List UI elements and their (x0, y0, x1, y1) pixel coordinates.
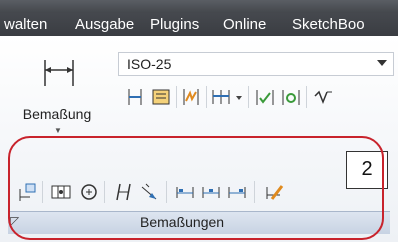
separator (248, 86, 249, 108)
separator (206, 86, 207, 108)
menu-verwalten[interactable]: walten (4, 16, 47, 33)
dimension-style-select[interactable]: ISO-25 (118, 52, 394, 76)
update-dimension-icon[interactable] (280, 86, 302, 108)
dimension-break-icon[interactable] (180, 86, 202, 108)
quick-dimension-icon[interactable] (150, 86, 172, 108)
dimension-button[interactable]: Bemaßung ▼ (12, 50, 102, 136)
oblique-dimension-icon[interactable] (312, 86, 334, 108)
menu-bar: walten Ausgabe Plugins Online SketchBoo (0, 0, 398, 36)
menu-sketchbook[interactable]: SketchBoo (292, 16, 365, 33)
separator (176, 86, 177, 108)
menu-plugins[interactable]: Plugins (150, 16, 199, 33)
chevron-down-icon (377, 60, 387, 66)
chevron-down-icon[interactable] (234, 86, 244, 108)
adjust-space-icon[interactable] (254, 86, 276, 108)
dimension-style-value: ISO-25 (127, 56, 172, 72)
separator (306, 86, 307, 108)
chevron-down-icon: ▼ (54, 126, 62, 135)
menu-ausgabe[interactable]: Ausgabe (75, 16, 134, 33)
menu-online[interactable]: Online (223, 16, 266, 33)
baseline-dimension-icon[interactable] (124, 86, 146, 108)
continue-dimension-icon[interactable] (210, 86, 232, 108)
linear-dimension-icon (44, 60, 74, 86)
title-strip (0, 0, 398, 13)
highlight-ellipse (8, 136, 384, 240)
dimension-label: Bemaßung (22, 106, 92, 122)
